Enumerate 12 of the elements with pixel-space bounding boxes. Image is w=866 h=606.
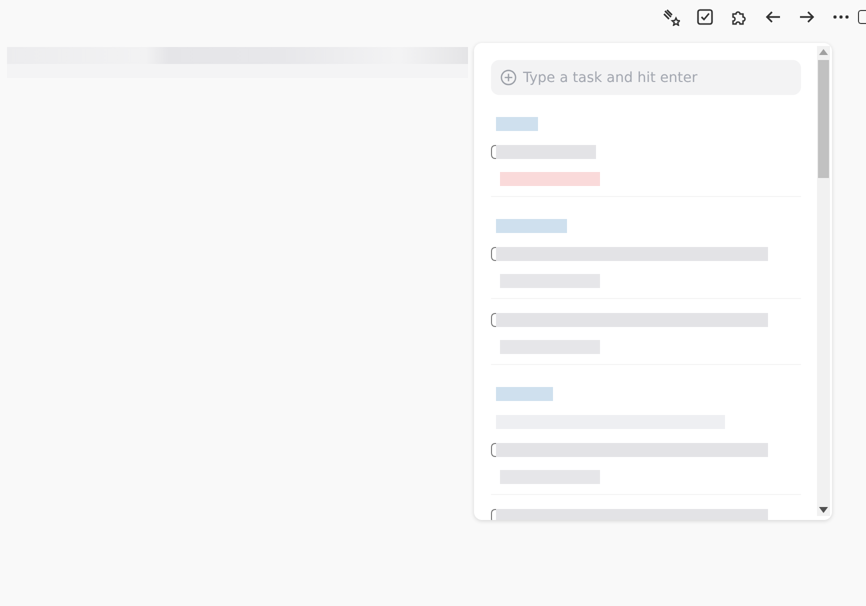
scroll-down-icon[interactable] [819,507,828,513]
scrollbar[interactable] [817,46,830,516]
sparkle-star-icon [662,8,680,26]
add-icon [500,69,517,86]
task-input-field[interactable]: Type a task and hit enter [491,60,801,95]
redacted-heading [496,219,567,233]
more-icon [833,15,849,19]
redacted-heading [496,387,553,401]
scrollbar-thumb[interactable] [818,60,829,178]
panel-toggle-button[interactable] [858,10,866,24]
redacted-heading [496,117,538,131]
checkbox-icon [696,8,714,26]
